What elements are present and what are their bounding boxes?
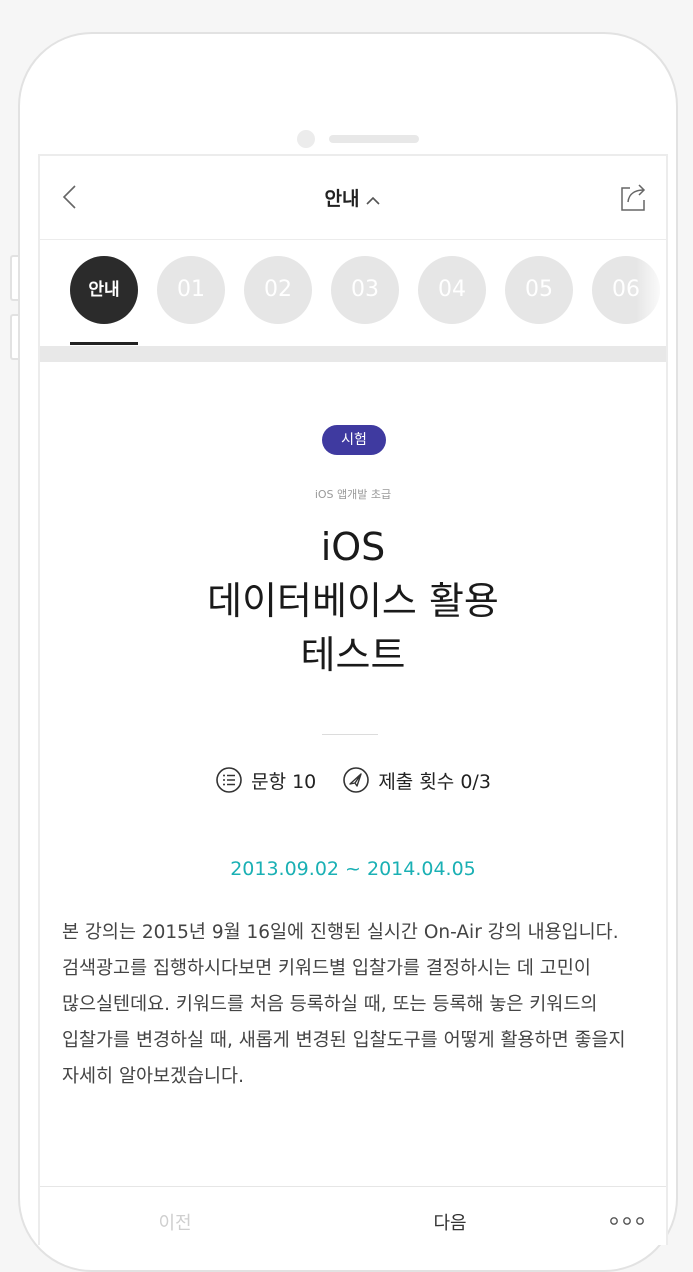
submission-count-label: 제출 횟수 0/3	[378, 770, 491, 793]
question-tabs: 안내 01 02 03 04 05 06	[40, 240, 666, 346]
page-title-toggle[interactable]: 안내	[40, 184, 666, 211]
submission-count: 제출 횟수 0/3	[342, 766, 491, 794]
camera-dot	[297, 130, 315, 148]
top-bar: 안내	[40, 156, 666, 240]
exam-title: iOS 데이터베이스 활용 테스트	[40, 520, 666, 682]
exam-title-line: 데이터베이스 활용	[207, 579, 499, 623]
bottom-nav: 이전 다음	[40, 1186, 666, 1245]
exam-meta: 문항 10 제출 횟수 0/3	[40, 766, 666, 799]
more-dots-icon	[610, 1217, 644, 1225]
speaker-grille	[329, 135, 419, 143]
page-title: 안내	[324, 188, 360, 210]
send-icon	[343, 767, 370, 793]
tab-05[interactable]: 05	[505, 256, 573, 324]
next-button[interactable]: 다음	[395, 1209, 505, 1235]
exam-badge: 시험	[322, 425, 386, 455]
title-separator	[322, 734, 378, 735]
exam-period: 2013.09.02 ~ 2014.04.05	[230, 858, 476, 880]
tab-intro[interactable]: 안내	[70, 256, 138, 324]
course-category: iOS 앱개발 초급	[314, 488, 392, 501]
active-tab-indicator	[70, 342, 138, 345]
chevron-up-icon	[365, 189, 381, 211]
tabs-fade-overlay	[636, 240, 666, 346]
prev-button[interactable]: 이전	[120, 1209, 230, 1235]
tab-01[interactable]: 01	[157, 256, 225, 324]
phone-side-button	[10, 255, 18, 301]
question-count-label: 문항 10	[251, 770, 317, 793]
section-divider	[40, 346, 666, 362]
tab-03[interactable]: 03	[331, 256, 399, 324]
share-button[interactable]	[616, 180, 650, 214]
exam-title-line: 테스트	[300, 633, 406, 677]
share-icon	[621, 184, 646, 211]
list-icon	[216, 767, 242, 793]
phone-side-button	[10, 314, 18, 360]
exam-description: 본 강의는 2015년 9월 16일에 진행된 실시간 On-Air 강의 내용…	[62, 922, 626, 1087]
tab-04[interactable]: 04	[418, 256, 486, 324]
question-count: 문항 10	[215, 766, 316, 794]
more-button[interactable]	[606, 1211, 650, 1231]
tab-02[interactable]: 02	[244, 256, 312, 324]
exam-title-line: iOS	[320, 525, 386, 569]
app-screen: 안내 안내 01 02 03 04 05 06 시험 iOS 앱개발 초급 iO…	[38, 154, 668, 1245]
